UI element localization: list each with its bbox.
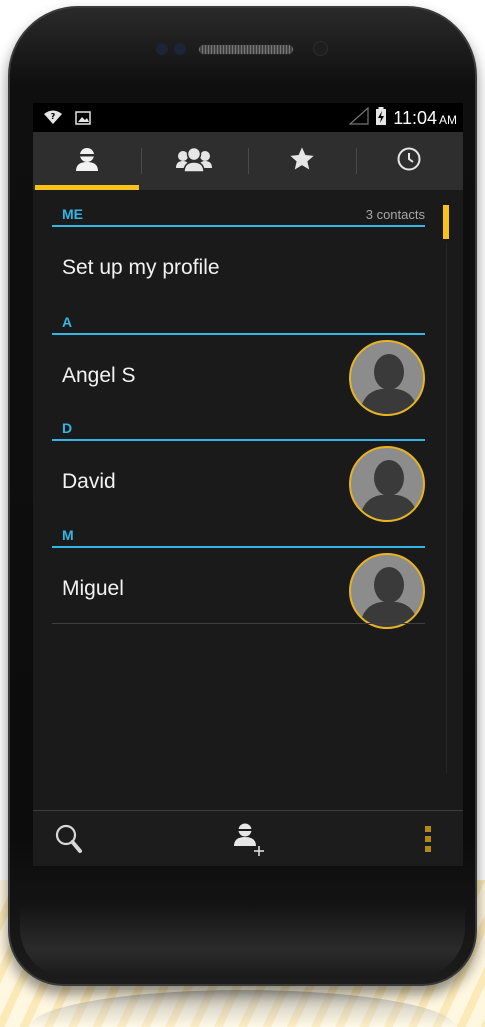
section-label: D	[62, 420, 73, 436]
list-item-contact[interactable]: Miguel	[52, 549, 425, 629]
search-icon	[54, 823, 84, 859]
tab-recent[interactable]	[355, 132, 464, 190]
overflow-menu-icon	[424, 825, 432, 857]
list-divider	[52, 623, 425, 624]
person-silhouette-icon	[359, 567, 419, 627]
section-header-d: D	[52, 416, 425, 441]
screen: ? 11:04 AM ME 3 contacts Set up my profi…	[33, 103, 463, 866]
time-ampm: AM	[439, 112, 457, 127]
search-button[interactable]	[47, 821, 91, 861]
overflow-menu-button[interactable]	[413, 821, 443, 861]
scrollbar-track	[446, 243, 447, 773]
contact-name: David	[62, 470, 116, 493]
bottom-action-bar	[33, 810, 463, 866]
group-icon	[175, 146, 213, 176]
person-icon	[74, 146, 100, 176]
wifi-question-icon: ?	[43, 109, 63, 129]
section-label: A	[62, 314, 73, 330]
list-item-contact[interactable]: Angel S	[52, 336, 425, 416]
tab-bar	[33, 132, 463, 190]
contact-name: Angel S	[62, 364, 136, 387]
contact-name: Miguel	[62, 577, 124, 600]
scrollbar-thumb[interactable]	[443, 205, 449, 239]
section-header-a: A	[52, 310, 425, 335]
time-value: 11:04	[393, 107, 437, 128]
tab-contacts[interactable]	[33, 132, 141, 190]
list-item-contact[interactable]: David	[52, 442, 425, 522]
section-label: M	[62, 527, 74, 543]
avatar[interactable]	[349, 553, 425, 629]
earpiece-speaker	[198, 44, 294, 55]
section-label: ME	[62, 206, 83, 222]
svg-text:?: ?	[51, 112, 56, 121]
section-header-me: ME 3 contacts	[52, 202, 425, 227]
signal-icon	[348, 106, 369, 129]
tab-favorites[interactable]	[248, 132, 356, 190]
add-contact-button[interactable]	[228, 821, 272, 861]
list-item-setup-profile[interactable]: Set up my profile	[52, 228, 425, 308]
phone-chin	[20, 908, 465, 978]
sensor-dot	[156, 43, 168, 55]
contact-count: 3 contacts	[365, 207, 425, 222]
front-camera	[313, 41, 328, 56]
clock-icon	[396, 146, 422, 176]
person-silhouette-icon	[359, 354, 419, 414]
battery-charging-icon	[375, 106, 387, 130]
image-notification-icon	[75, 110, 91, 129]
avatar[interactable]	[349, 340, 425, 416]
add-contact-icon	[232, 821, 268, 861]
status-bar: ? 11:04 AM	[33, 103, 463, 132]
person-silhouette-icon	[359, 460, 419, 520]
tab-groups[interactable]	[140, 132, 249, 190]
list-item-label: Set up my profile	[62, 256, 220, 279]
section-header-m: M	[52, 523, 425, 548]
avatar[interactable]	[349, 446, 425, 522]
star-icon	[288, 145, 316, 177]
contact-list[interactable]: ME 3 contacts Set up my profile A Angel …	[33, 190, 463, 810]
sensor-dot	[174, 43, 186, 55]
clock-time: 11:04 AM	[393, 108, 457, 129]
